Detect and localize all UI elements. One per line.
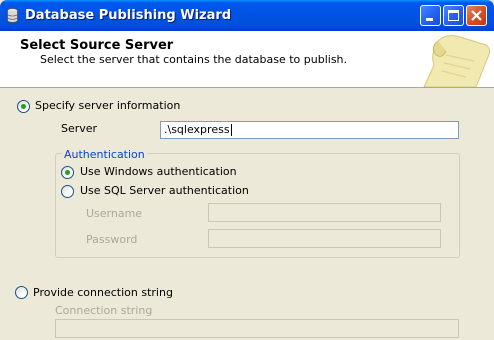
maximize-icon: [448, 10, 459, 21]
page-subtitle: Select the server that contains the data…: [40, 53, 348, 66]
page-title: Select Source Server: [20, 38, 174, 53]
server-label: Server: [61, 122, 98, 135]
close-button[interactable]: [466, 5, 487, 26]
connection-string-field-label: Connection string: [55, 304, 153, 317]
password-label: Password: [86, 233, 138, 246]
password-input[interactable]: [208, 229, 441, 248]
database-icon: [7, 8, 18, 23]
window-title: Database Publishing Wizard: [25, 8, 232, 23]
windows-auth-radio[interactable]: [61, 166, 74, 179]
server-input-value: .\sqlexpress: [164, 123, 230, 136]
title-bar[interactable]: Database Publishing Wizard: [0, 0, 494, 31]
sql-auth-label[interactable]: Use SQL Server authentication: [80, 184, 249, 197]
radio-dot: [65, 170, 70, 175]
minimize-icon: [426, 18, 433, 21]
authentication-group-label: Authentication: [62, 148, 147, 161]
username-label: Username: [86, 207, 143, 220]
minimize-button[interactable]: [420, 5, 441, 26]
maximize-button[interactable]: [443, 5, 464, 26]
radio-dot: [21, 104, 26, 109]
username-input[interactable]: [208, 203, 441, 222]
close-icon: [471, 10, 482, 21]
wizard-header: Select Source Server Select the server t…: [0, 31, 494, 88]
specify-server-label[interactable]: Specify server information: [35, 99, 180, 112]
windows-auth-label[interactable]: Use Windows authentication: [80, 165, 237, 178]
sql-auth-radio[interactable]: [61, 185, 74, 198]
text-caret: [230, 124, 232, 136]
specify-server-radio[interactable]: [17, 100, 30, 113]
connection-string-radio[interactable]: [15, 286, 28, 299]
server-input[interactable]: .\sqlexpress: [160, 121, 459, 139]
scroll-icon: [423, 35, 491, 87]
connection-string-option-label[interactable]: Provide connection string: [33, 286, 173, 299]
connection-string-input[interactable]: [55, 319, 459, 338]
